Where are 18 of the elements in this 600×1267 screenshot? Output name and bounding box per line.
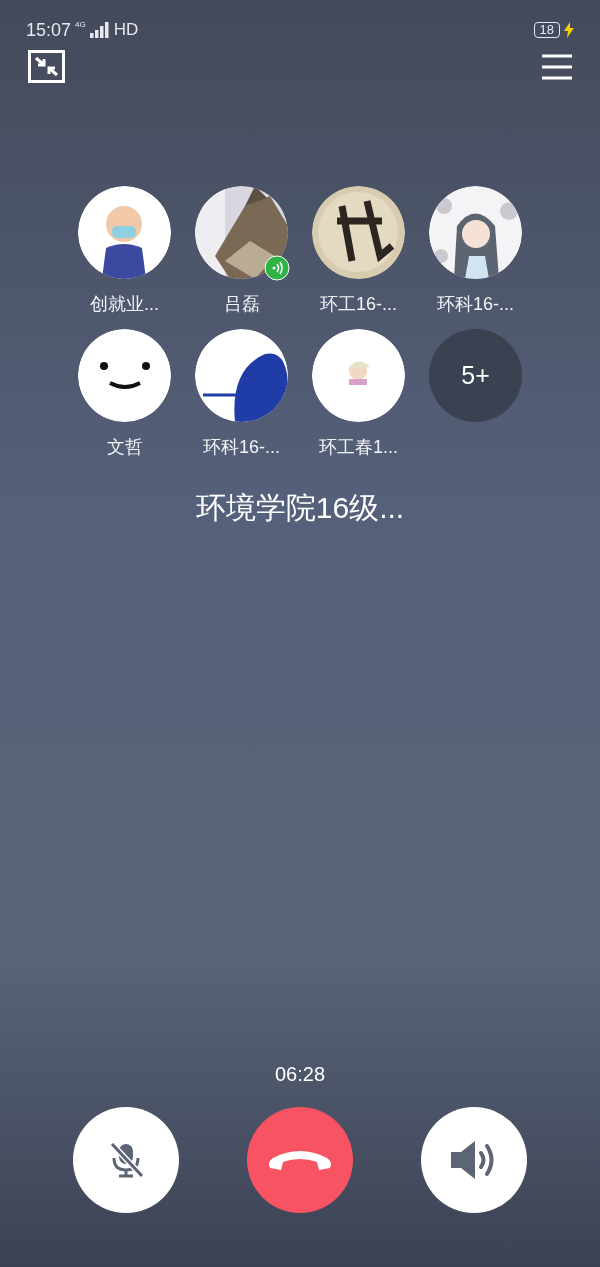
signal-icon <box>89 22 110 38</box>
participant-name: 环科16-... <box>437 293 514 316</box>
participant-name: 环科16-... <box>203 436 280 459</box>
participant-name: 环工春1... <box>319 436 398 459</box>
menu-icon[interactable] <box>542 53 572 80</box>
participant-name: 文哲 <box>106 436 143 459</box>
participant-name: 环工16-... <box>320 293 397 316</box>
participant-name: 吕磊 <box>223 293 260 316</box>
call-timer: 06:28 <box>273 1062 327 1087</box>
minimize-icon[interactable] <box>28 50 65 83</box>
participant-name: 创就业... <box>90 293 159 316</box>
phone-icon <box>267 1148 333 1172</box>
network-type: 4G <box>75 18 86 31</box>
hd-label: HD <box>113 19 139 42</box>
group-name: 环境学院16级... <box>194 490 406 526</box>
status-time: 15:07 <box>26 18 72 42</box>
battery-level: 18 <box>533 22 560 38</box>
more-participants-button[interactable]: 5+ <box>429 329 522 422</box>
